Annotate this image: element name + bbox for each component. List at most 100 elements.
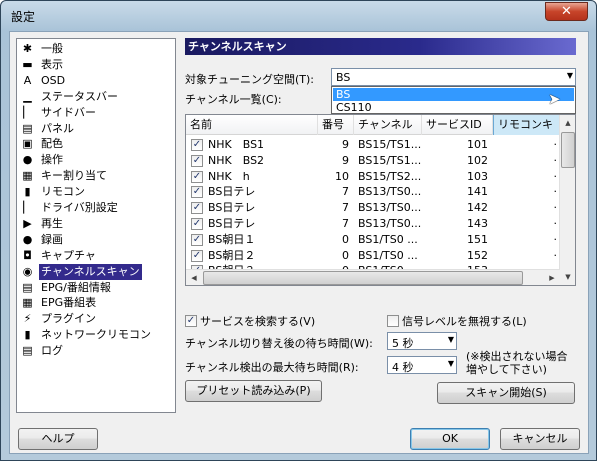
settings-category-tree[interactable]: ✱ 一般 ▬ 表示 A OSD ▁ ステータスバー ▏ サイドバー ▤ パネル ▣ 配色 ● 操作 ▦ キー割り当… (16, 38, 176, 413)
channel-scan-icon: ◉ (22, 264, 33, 278)
cell-service-id: 141 (467, 185, 488, 199)
tree-item[interactable]: ▏ サイドバー (20, 105, 174, 121)
window-title: 設定 (11, 10, 36, 24)
wait-switch-value: 5 秒 (392, 337, 414, 350)
tree-item[interactable]: ▤ パネル (20, 121, 174, 137)
column-header-channel[interactable]: チャンネル (354, 115, 422, 135)
scroll-right-icon[interactable]: ▶ (544, 270, 560, 285)
row-checkbox[interactable]: ✓ (191, 139, 203, 151)
tree-item[interactable]: ◉ チャンネルスキャン (20, 263, 174, 280)
camera-icon: ◘ (23, 248, 32, 262)
tree-item[interactable]: ▶ 再生 (20, 216, 174, 232)
chevron-down-icon: ▼ (447, 335, 454, 344)
tree-item[interactable]: ● 録画 (20, 232, 174, 248)
scroll-left-icon[interactable]: ◀ (186, 270, 202, 285)
table-row[interactable]: ✓ NHK h 10 BS15/TS2... 103 · (186, 169, 560, 185)
ignore-signal-checkbox[interactable]: 信号レベルを無視する(L) (387, 315, 527, 329)
column-header-remote-key[interactable]: リモコンキ (493, 115, 560, 135)
tree-item[interactable]: ▁ ステータスバー (20, 89, 174, 105)
row-checkbox[interactable]: ✓ (191, 202, 203, 215)
cancel-button[interactable]: キャンセル (500, 428, 580, 450)
tree-item[interactable]: ● 操作 (20, 152, 174, 168)
row-checkbox[interactable]: ✓ (191, 218, 203, 230)
checkbox-box: ✓ (185, 315, 197, 327)
cell-name: NHK BS2 (208, 153, 265, 167)
scroll-thumb[interactable] (561, 132, 575, 168)
tree-item[interactable]: ▏ ドライバ別設定 (20, 200, 174, 216)
tuning-space-value: BS (336, 71, 351, 84)
mouse-icon: ● (22, 153, 33, 167)
row-checkbox[interactable]: ✓ (191, 186, 203, 199)
column-header-number[interactable]: 番号 (318, 115, 354, 135)
dropdown-option-cs110[interactable]: CS110 (333, 101, 574, 114)
osd-icon: A (23, 73, 32, 87)
row-checkbox[interactable]: ✓ (191, 170, 203, 183)
close-button[interactable]: ✕ (545, 2, 588, 21)
table-row[interactable]: ✓ BS朝日１ 0 BS1/TS0 ... 151 · (186, 232, 560, 248)
tree-item-label: 操作 (41, 153, 63, 167)
tuning-space-select[interactable]: BS ▼ (331, 68, 576, 86)
tree-item[interactable]: ▮ リモコン (20, 184, 174, 200)
tree-item[interactable]: ▤ EPG/番組情報 (20, 280, 174, 296)
h-scroll-thumb[interactable] (203, 271, 523, 285)
cell-number: 10 (335, 169, 349, 183)
wait-switch-select[interactable]: 5 秒 ▼ (387, 332, 457, 350)
cell-service-id: 101 (467, 138, 488, 151)
column-header-service-id[interactable]: サービスID (422, 115, 493, 135)
cell-channel: BS1/TS0 ... (358, 232, 418, 246)
title-bar[interactable]: 設定 ✕ (1, 1, 596, 31)
tree-item[interactable]: ▣ 配色 (20, 136, 174, 152)
keyboard-icon: ▦ (22, 169, 33, 183)
tree-item-label: OSD (41, 73, 66, 87)
display-icon: ▬ (22, 57, 33, 71)
scroll-down-icon[interactable]: ▼ (560, 269, 575, 285)
tree-item[interactable]: ▮ ネットワークリモコン (20, 327, 174, 343)
table-row[interactable]: ✓ BS日テレ 7 BS13/TS0... 142 · (186, 200, 560, 216)
tree-item[interactable]: ▬ 表示 (20, 57, 174, 73)
tree-item[interactable]: ▤ ログ (20, 343, 174, 359)
cell-remote-key: · (553, 185, 558, 199)
ok-button[interactable]: OK (410, 428, 490, 450)
column-header-name[interactable]: 名前 (186, 115, 318, 135)
tree-item[interactable]: ▦ キー割り当て (20, 168, 174, 184)
row-checkbox[interactable]: ✓ (191, 154, 203, 167)
color-icon: ▣ (22, 137, 33, 151)
cell-name: NHK h (208, 169, 250, 183)
tree-item-label: EPG/番組情報 (41, 280, 111, 294)
tuning-space-dropdown[interactable]: BS CS110 (331, 86, 576, 114)
tree-item[interactable]: ⚡ プラグイン (20, 311, 174, 327)
table-row[interactable]: ✓ NHK BS1 9 BS15/TS1... 101 · (186, 137, 560, 153)
settings-window: 設定 ✕ ✱ 一般 ▬ 表示 A OSD ▁ ステータスバー ▏ サイドバー ▤ パネル ▣ 配色 ● 操作 ▦… (0, 0, 597, 461)
channel-list-label: チャンネル一覧(C): (185, 93, 282, 106)
chevron-down-icon: ▼ (566, 71, 573, 80)
row-checkbox[interactable]: ✓ (191, 249, 203, 262)
cell-number: 9 (342, 153, 349, 167)
dropdown-option-bs[interactable]: BS (333, 88, 574, 101)
tree-item[interactable]: ◘ キャプチャ (20, 248, 174, 264)
tree-item[interactable]: ✱ 一般 (20, 41, 174, 57)
scroll-up-icon[interactable]: ▲ (560, 115, 575, 131)
tree-item-label: プラグイン (41, 312, 96, 326)
table-row[interactable]: ✓ BS朝日２ 0 BS1/TS0 ... 152 · (186, 248, 560, 264)
help-button[interactable]: ヘルプ (18, 428, 98, 450)
search-service-checkbox[interactable]: ✓ サービスを検索する(V) (185, 315, 315, 329)
cell-service-id: 102 (467, 153, 488, 167)
tree-item[interactable]: A OSD (20, 73, 174, 89)
tree-item[interactable]: ▦ EPG番組表 (20, 295, 174, 311)
cell-name: NHK BS1 (208, 138, 265, 151)
cell-channel: BS15/TS1... (358, 153, 422, 167)
search-service-label: サービスを検索する(V) (200, 315, 316, 328)
vertical-scrollbar[interactable]: ▲ ▼ (559, 115, 575, 285)
chevron-down-icon: ▼ (447, 359, 454, 368)
start-scan-button[interactable]: スキャン開始(S) (437, 382, 575, 404)
load-preset-button[interactable]: プリセット読み込み(P) (185, 380, 322, 402)
table-row[interactable]: ✓ BS日テレ 7 BS13/TS0... 141 · (186, 184, 560, 200)
wait-detect-select[interactable]: 4 秒 ▼ (387, 356, 457, 374)
section-title: チャンネルスキャン (185, 38, 576, 55)
row-checkbox[interactable]: ✓ (191, 233, 203, 246)
panel-icon: ▤ (22, 121, 33, 135)
horizontal-scrollbar[interactable]: ◀ ▶ (186, 269, 560, 285)
table-row[interactable]: ✓ BS日テレ 7 BS13/TS0... 143 · (186, 216, 560, 232)
channel-list[interactable]: 名前 番号 チャンネル サービスID リモコンキ ✓ NHK BS1 9 BS15/T… (185, 114, 576, 286)
table-row[interactable]: ✓ NHK BS2 9 BS15/TS1... 102 · (186, 153, 560, 169)
